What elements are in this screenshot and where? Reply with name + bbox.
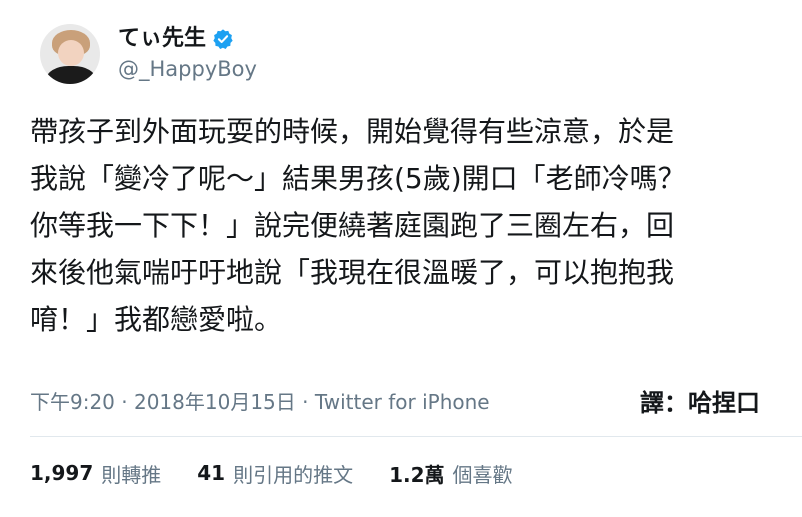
display-name[interactable]: てぃ先生 [118, 25, 206, 53]
stat-label: 個喜歡 [452, 462, 513, 487]
tweet-text-line: 來後他氣喘吁吁地說「我現在很溫暖了，可以抱抱我 [30, 256, 675, 289]
tweet-meta-row: 下午9:20 · 2018年10月15日 · Twitter for iPhon… [30, 382, 770, 418]
stat-label: 則引用的推文 [233, 462, 354, 487]
user-names: てぃ先生 @_HappyBoy [118, 25, 257, 83]
quote-count[interactable]: 41 則引用的推文 [197, 459, 353, 488]
tweet-header: てぃ先生 @_HappyBoy [40, 16, 257, 92]
avatar[interactable] [40, 24, 100, 84]
avatar-face [58, 40, 84, 66]
stat-label: 則轉推 [101, 462, 162, 487]
tweet-text-line: 唷！」我都戀愛啦。 [30, 303, 283, 336]
stat-number: 41 [197, 461, 226, 485]
divider [30, 436, 802, 437]
tweet-text-line: 你等我一下下！」說完便繞著庭園跑了三圈左右，回 [30, 209, 675, 242]
retweet-count[interactable]: 1,997 則轉推 [30, 459, 161, 488]
verified-badge-icon [212, 28, 234, 50]
tweet-card: てぃ先生 @_HappyBoy 帶孩子到外面玩耍的時候，開始覺得有些涼意，於是 … [0, 0, 802, 517]
stat-number: 1.2萬 [389, 462, 445, 487]
display-name-row: てぃ先生 [118, 25, 257, 53]
avatar-body [46, 66, 96, 84]
stat-number: 1,997 [30, 461, 94, 485]
user-handle[interactable]: @_HappyBoy [118, 55, 257, 83]
tweet-stats: 1,997 則轉推 41 則引用的推文 1.2萬 個喜歡 [30, 456, 513, 490]
tweet-text-line: 帶孩子到外面玩耍的時候，開始覺得有些涼意，於是 [30, 115, 675, 148]
like-count[interactable]: 1.2萬 個喜歡 [389, 459, 512, 488]
translator-credit: 譯：哈捏口 [640, 388, 760, 417]
tweet-text: 帶孩子到外面玩耍的時候，開始覺得有些涼意，於是 我說「變冷了呢～」結果男孩(5歲… [30, 108, 780, 343]
tweet-text-line: 我說「變冷了呢～」結果男孩(5歲)開口「老師冷嗎？ [30, 162, 686, 195]
tweet-timestamp[interactable]: 下午9:20 · 2018年10月15日 · Twitter for iPhon… [30, 386, 490, 415]
